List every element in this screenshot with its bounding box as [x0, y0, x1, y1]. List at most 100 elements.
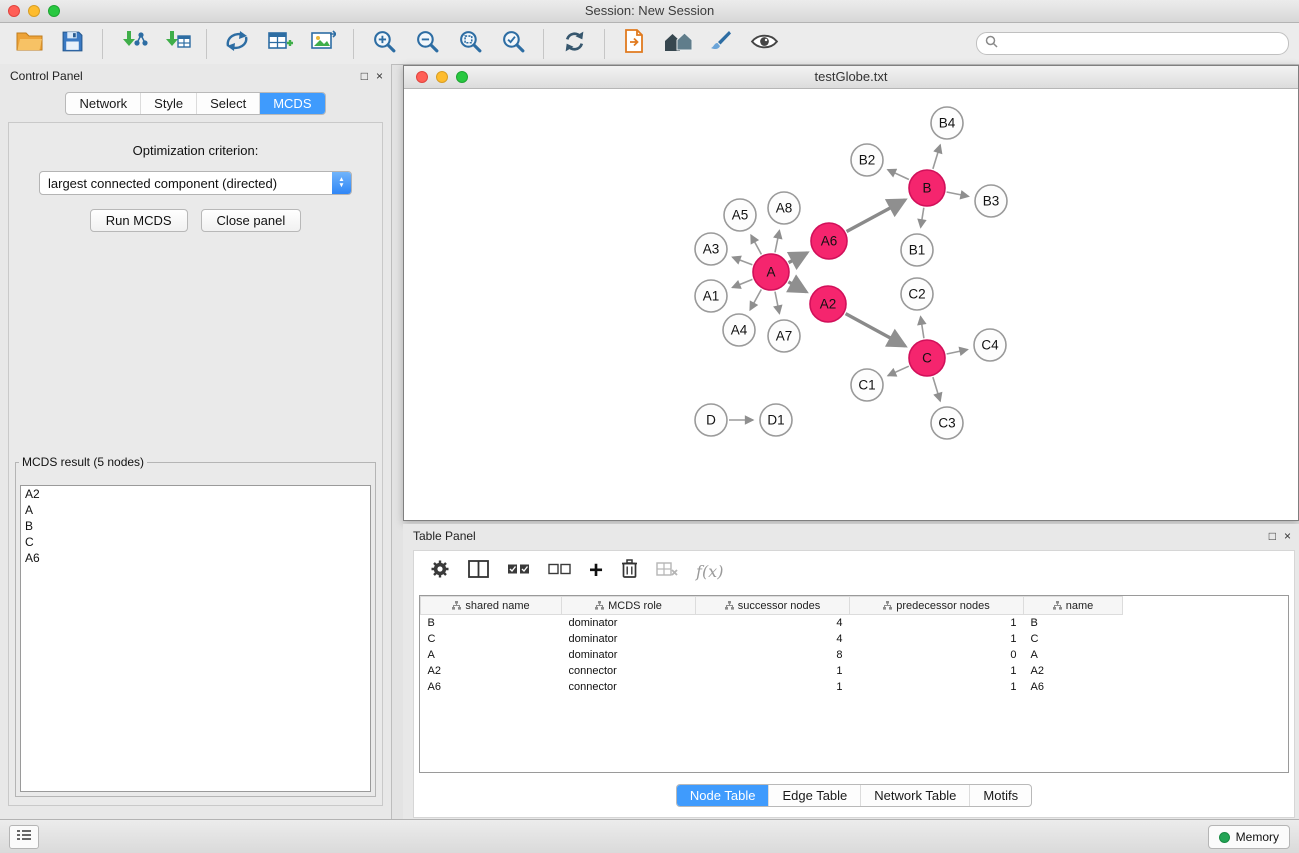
graph-edge-A-A2[interactable]: [788, 282, 806, 292]
table-cell[interactable]: dominator: [562, 631, 696, 647]
float-panel-icon[interactable]: □: [361, 64, 368, 88]
graph-node-D[interactable]: D: [695, 404, 727, 436]
tab-motifs[interactable]: Motifs: [970, 785, 1031, 806]
table-cell[interactable]: A2: [1024, 663, 1123, 679]
table-cell[interactable]: 1: [696, 663, 850, 679]
zoom-out-button[interactable]: [408, 27, 446, 61]
create-column-button[interactable]: +: [589, 561, 603, 581]
network-canvas[interactable]: AA1A2A3A4A5A6A7A8BB1B2B3B4CC1C2C3C4DD1: [404, 89, 1298, 520]
table-cell[interactable]: 1: [850, 679, 1024, 695]
graph-node-A5[interactable]: A5: [724, 199, 756, 231]
table-cell[interactable]: A: [1024, 647, 1123, 663]
close-panel-button[interactable]: Close panel: [201, 209, 302, 232]
show-columns-button[interactable]: [468, 560, 489, 583]
graph-node-B[interactable]: B: [909, 170, 945, 206]
node-table-container[interactable]: shared nameMCDS rolesuccessor nodesprede…: [419, 595, 1289, 773]
tab-node-table[interactable]: Node Table: [677, 785, 770, 806]
table-cell[interactable]: B: [1024, 615, 1123, 632]
memory-button[interactable]: Memory: [1208, 825, 1290, 849]
table-cell[interactable]: 4: [696, 631, 850, 647]
graph-node-C[interactable]: C: [909, 340, 945, 376]
table-cell[interactable]: A2: [421, 663, 562, 679]
table-cell[interactable]: 1: [850, 631, 1024, 647]
graph-node-B4[interactable]: B4: [931, 107, 963, 139]
zoom-selected-button[interactable]: [494, 27, 532, 61]
table-cell[interactable]: connector: [562, 679, 696, 695]
result-item[interactable]: B: [21, 518, 370, 534]
table-cell[interactable]: A6: [421, 679, 562, 695]
graph-node-C4[interactable]: C4: [974, 329, 1006, 361]
tab-mcds[interactable]: MCDS: [260, 93, 324, 114]
graph-edge-A-A1[interactable]: [732, 279, 752, 287]
column-header-name[interactable]: name: [1024, 597, 1123, 615]
table-cell[interactable]: 1: [850, 663, 1024, 679]
graph-edge-B-B1[interactable]: [921, 208, 924, 228]
search-input[interactable]: [1003, 36, 1280, 52]
table-settings-button[interactable]: [430, 559, 450, 584]
style-brush-button[interactable]: [702, 27, 740, 61]
graph-edge-C-C2[interactable]: [921, 317, 924, 339]
save-session-button[interactable]: [53, 27, 91, 61]
toolbar-search[interactable]: [976, 32, 1289, 55]
column-header-successor-nodes[interactable]: successor nodes: [696, 597, 850, 615]
column-header-mcds-role[interactable]: MCDS role: [562, 597, 696, 615]
run-mcds-button[interactable]: Run MCDS: [90, 209, 188, 232]
graph-edge-A-A4[interactable]: [750, 290, 761, 310]
table-cell[interactable]: C: [421, 631, 562, 647]
zoom-fit-button[interactable]: [451, 27, 489, 61]
function-builder-button[interactable]: f(x): [696, 562, 723, 581]
graph-node-A7[interactable]: A7: [768, 320, 800, 352]
select-all-button[interactable]: [507, 562, 530, 580]
tab-style[interactable]: Style: [141, 93, 197, 114]
first-neighbors-button[interactable]: [616, 27, 654, 61]
graph-node-C3[interactable]: C3: [931, 407, 963, 439]
result-item[interactable]: A6: [21, 550, 370, 566]
table-cell[interactable]: 1: [696, 679, 850, 695]
delete-column-button[interactable]: [621, 558, 638, 584]
table-row[interactable]: Adominator80A: [421, 647, 1289, 663]
network-graph[interactable]: AA1A2A3A4A5A6A7A8BB1B2B3B4CC1C2C3C4DD1: [404, 89, 1298, 520]
mcds-result-list[interactable]: A2ABCA6: [20, 485, 371, 792]
float-panel-icon[interactable]: □: [1269, 524, 1276, 548]
ndex-button[interactable]: [659, 27, 697, 61]
tab-select[interactable]: Select: [197, 93, 260, 114]
show-graphics-button[interactable]: [745, 27, 783, 61]
table-cell[interactable]: A: [421, 647, 562, 663]
column-header-predecessor-nodes[interactable]: predecessor nodes: [850, 597, 1024, 615]
graph-edge-B-B3[interactable]: [947, 192, 969, 196]
graph-node-A3[interactable]: A3: [695, 233, 727, 265]
open-session-button[interactable]: [10, 27, 48, 61]
graph-edge-B-B4[interactable]: [933, 145, 940, 169]
table-cell[interactable]: dominator: [562, 615, 696, 632]
graph-node-A6[interactable]: A6: [811, 223, 847, 259]
graph-edge-A6-B[interactable]: [847, 200, 905, 232]
graph-node-B2[interactable]: B2: [851, 144, 883, 176]
deselect-all-button[interactable]: [548, 562, 571, 580]
table-cell[interactable]: A6: [1024, 679, 1123, 695]
graph-node-A8[interactable]: A8: [768, 192, 800, 224]
table-row[interactable]: Cdominator41C: [421, 631, 1289, 647]
network-window-titlebar[interactable]: testGlobe.txt: [404, 66, 1298, 89]
tab-edge-table[interactable]: Edge Table: [769, 785, 861, 806]
graph-node-A[interactable]: A: [753, 254, 789, 290]
task-history-button[interactable]: [9, 825, 39, 849]
table-cell[interactable]: 0: [850, 647, 1024, 663]
graph-edge-A-A3[interactable]: [733, 257, 753, 265]
graph-node-A2[interactable]: A2: [810, 286, 846, 322]
new-table-button[interactable]: [261, 27, 299, 61]
table-row[interactable]: A2connector11A2: [421, 663, 1289, 679]
graph-node-B3[interactable]: B3: [975, 185, 1007, 217]
import-table-button[interactable]: [157, 27, 195, 61]
graph-edge-A-A5[interactable]: [751, 235, 761, 254]
graph-node-A1[interactable]: A1: [695, 280, 727, 312]
graph-node-C2[interactable]: C2: [901, 278, 933, 310]
table-cell[interactable]: 1: [850, 615, 1024, 632]
table-cell[interactable]: C: [1024, 631, 1123, 647]
zoom-in-button[interactable]: [365, 27, 403, 61]
graph-edge-C-C1[interactable]: [888, 366, 909, 375]
graph-edge-A-A6[interactable]: [789, 253, 807, 263]
optimization-criterion-select[interactable]: largest connected component (directed) ▲…: [39, 171, 352, 195]
table-cell[interactable]: dominator: [562, 647, 696, 663]
graph-edge-A-A8[interactable]: [775, 231, 779, 253]
column-header-shared-name[interactable]: shared name: [421, 597, 562, 615]
